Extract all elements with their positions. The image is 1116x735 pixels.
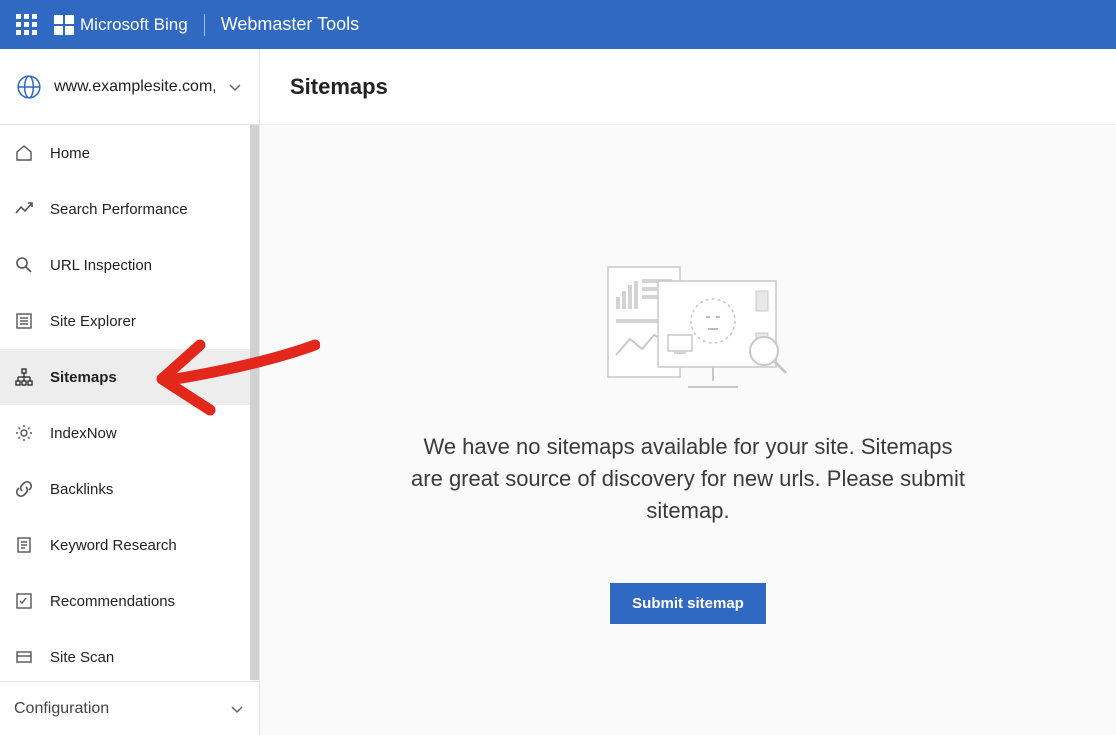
sidebar-item-keyword-research[interactable]: Keyword Research [0,517,259,573]
page-header: Sitemaps [260,49,1116,125]
brand-text: Microsoft Bing [80,15,188,35]
submit-sitemap-button[interactable]: Submit sitemap [610,583,766,624]
sidebar-nav: Home Search Performance URL Inspection [0,125,259,681]
sidebar-item-label: Configuration [14,700,109,718]
sidebar-item-label: Backlinks [50,481,113,498]
sidebar-item-sitemaps[interactable]: Sitemaps [0,349,259,405]
list-icon [14,311,34,331]
link-icon [14,479,34,499]
empty-state-message: We have no sitemaps available for your s… [408,431,968,527]
chart-line-icon [14,199,34,219]
sidebar-item-home[interactable]: Home [0,125,259,181]
scan-icon [14,647,34,667]
tool-name: Webmaster Tools [221,14,359,35]
sidebar-item-site-explorer[interactable]: Site Explorer [0,293,259,349]
sidebar-item-label: URL Inspection [50,257,152,274]
chevron-down-icon [227,79,243,95]
site-selector[interactable]: www.examplesite.com, [0,49,259,125]
app-launcher-icon[interactable] [12,11,40,39]
sidebar-item-search-performance[interactable]: Search Performance [0,181,259,237]
gear-icon [14,423,34,443]
sidebar-item-label: IndexNow [50,425,117,442]
sidebar-item-label: Sitemaps [50,369,117,386]
sitemap-icon [14,367,34,387]
header-divider [204,14,205,36]
document-icon [14,535,34,555]
sidebar-item-indexnow[interactable]: IndexNow [0,405,259,461]
sidebar-item-backlinks[interactable]: Backlinks [0,461,259,517]
brand-logo[interactable]: Microsoft Bing [54,15,188,35]
sidebar-item-label: Site Explorer [50,313,136,330]
sidebar-item-label: Recommendations [50,593,175,610]
sidebar: www.examplesite.com, Home Search Perform… [0,49,260,735]
home-icon [14,143,34,163]
sidebar-item-url-inspection[interactable]: URL Inspection [0,237,259,293]
chevron-down-icon [229,701,245,717]
sidebar-item-label: Site Scan [50,649,114,666]
globe-icon [16,74,42,100]
empty-state-illustration [588,255,788,395]
checklist-icon [14,591,34,611]
page-title: Sitemaps [290,74,388,100]
search-icon [14,255,34,275]
sidebar-item-label: Keyword Research [50,537,177,554]
sidebar-item-configuration[interactable]: Configuration [0,681,259,735]
app-header: Microsoft Bing Webmaster Tools [0,0,1116,49]
sidebar-item-recommendations[interactable]: Recommendations [0,573,259,629]
site-name-label: www.examplesite.com, [54,78,215,96]
main-content: Sitemaps [260,49,1116,735]
empty-state: We have no sitemaps available for your s… [260,125,1116,735]
microsoft-logo-icon [54,15,74,35]
sidebar-item-label: Search Performance [50,201,188,218]
sidebar-item-label: Home [50,145,90,162]
sidebar-item-site-scan[interactable]: Site Scan [0,629,259,681]
scrollbar-thumb[interactable] [250,125,259,680]
